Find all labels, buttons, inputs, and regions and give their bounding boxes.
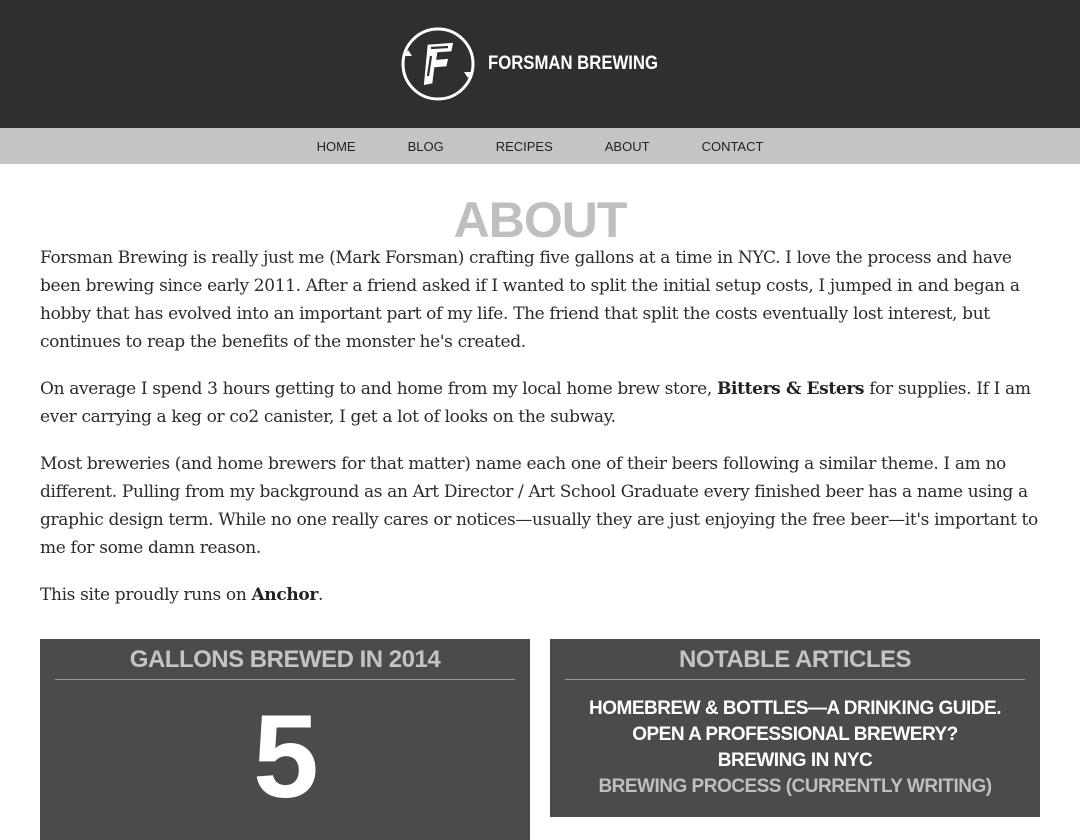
nav-recipes[interactable]: RECIPES: [496, 138, 553, 154]
article-link: BREWING PROCESS (CURRENTLY WRITING): [598, 776, 992, 797]
anchor-link[interactable]: Anchor: [251, 585, 318, 605]
gallons-value: 5: [253, 691, 319, 823]
nav-blog[interactable]: BLOG: [408, 138, 444, 154]
article-link[interactable]: BREWING IN NYC: [550, 748, 1040, 774]
article-link[interactable]: HOMEBREW & BOTTLES—A DRINKING GUIDE.: [550, 696, 1040, 722]
divider: [55, 679, 515, 680]
gallons-panel-title: GALLONS BREWED IN 2014: [129, 646, 441, 673]
article-link[interactable]: OPEN A PROFESSIONAL BREWERY?: [550, 722, 1040, 748]
nav-contact[interactable]: CONTACT: [702, 138, 764, 154]
paragraph-text: On average I spend 3 hours getting to an…: [40, 379, 717, 399]
articles-panel: NOTABLE ARTICLES HOMEBREW & BOTTLES—A DR…: [550, 639, 1040, 817]
bitters-esters-link[interactable]: Bitters & Esters: [717, 379, 865, 399]
main-nav: HOME BLOG RECIPES ABOUT CONTACT: [0, 128, 1080, 164]
gallons-panel: GALLONS BREWED IN 2014 5: [40, 639, 530, 840]
about-paragraph: Forsman Brewing is really just me (Mark …: [40, 248, 1020, 352]
about-paragraph: On average I spend 3 hours getting to an…: [40, 375, 1040, 431]
nav-home[interactable]: HOME: [317, 138, 356, 154]
forsman-f-logo-icon: [401, 27, 475, 101]
brand-link[interactable]: FORSMAN BREWING: [398, 24, 681, 104]
about-paragraph: Most breweries (and home brewers for tha…: [40, 454, 1038, 558]
nav-about[interactable]: ABOUT: [605, 138, 650, 154]
paragraph-text: .: [317, 585, 323, 605]
articles-list: HOMEBREW & BOTTLES—A DRINKING GUIDE. OPE…: [550, 680, 1040, 800]
about-content: Forsman Brewing is really just me (Mark …: [0, 244, 1080, 609]
page-title: ABOUT: [453, 192, 628, 248]
brand-name: FORSMAN BREWING: [488, 53, 659, 74]
about-paragraph: This site proudly runs on Anchor.: [40, 581, 1040, 609]
site-header: FORSMAN BREWING: [0, 0, 1080, 128]
paragraph-text: This site proudly runs on: [40, 585, 252, 605]
articles-panel-title: NOTABLE ARTICLES: [679, 646, 912, 673]
stats-panels: GALLONS BREWED IN 2014 5 NOTABLE ARTICLE…: [40, 639, 1040, 840]
